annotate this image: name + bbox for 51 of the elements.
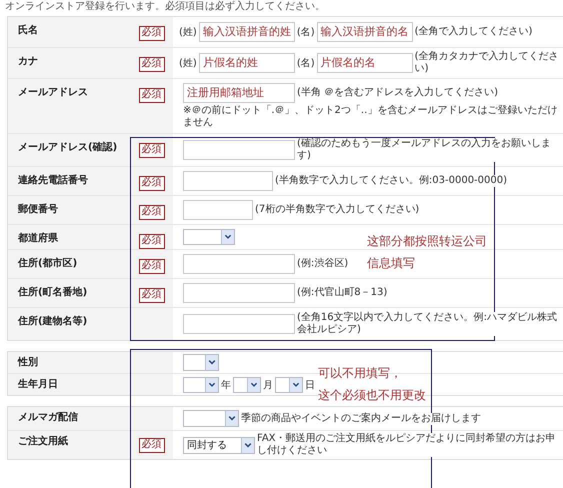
annotation-text: 这个必须也不用更改 [318, 387, 426, 404]
required-badge: 必須 [138, 259, 164, 274]
field-hint: (例:渋谷区) [297, 258, 348, 270]
field-hint: 季節の商品やイベントのご案内メールをお届けします [241, 412, 481, 424]
field-label: 性別 [18, 357, 39, 369]
field-label: 郵便番号 [18, 204, 59, 216]
required-badge: 必須 [138, 26, 164, 41]
text-field[interactable]: 输入汉语拼音的名 [316, 22, 413, 42]
required-badge: 必須 [138, 288, 164, 303]
field-prefix: (名) [296, 26, 315, 39]
field-label: 都道府県 [18, 233, 59, 245]
text-field[interactable]: 输入汉语拼音的姓 [198, 22, 295, 42]
dropdown[interactable]: 同封する [183, 436, 255, 454]
required-badge: 必須 [138, 205, 164, 220]
field-hint: (全角で入力してください) [414, 26, 532, 38]
field-prefix: (姓) [179, 57, 197, 70]
field-hint: (半角数字で入力してください。例:03-0000-0000) [275, 175, 508, 187]
required-badge: 必須 [138, 176, 164, 191]
field-label: 住所(町名番地) [18, 287, 88, 299]
field-label: 住所(建物名等) [18, 316, 88, 328]
annotation-text: 信息填写 [367, 255, 416, 272]
field-label: 生年月日 [18, 379, 59, 391]
intro-text: オンラインストア登録を行います。必須項目は必ず入力してください。 [5, 0, 326, 14]
text-field[interactable]: 片假名的名 [316, 53, 413, 73]
field-label: メルマガ配信 [18, 412, 79, 424]
field-label: 氏名 [18, 25, 39, 37]
date-unit: 年 [221, 378, 231, 392]
required-badge: 必須 [138, 88, 164, 103]
date-unit: 月 [263, 378, 273, 392]
field-label: メールアドレス [18, 87, 89, 99]
required-badge: 必須 [138, 143, 164, 158]
annotation-text: 这部分都按照转运公司 [367, 233, 487, 250]
field-hint: ※＠の前にドット「.＠」、ドット2つ「..」を含むメールアドレスはご登録いただけません [183, 105, 559, 129]
required-badge: 必須 [138, 57, 164, 72]
field-label: 住所(都市区) [18, 258, 78, 270]
required-badge: 必須 [138, 234, 164, 249]
annotation-text: 可以不用填写， [318, 365, 403, 382]
field-label: メールアドレス(確認) [18, 142, 118, 154]
field-prefix: (名) [296, 57, 315, 70]
text-field[interactable]: 注册用邮箱地址 [183, 83, 295, 103]
field-hint: (7桁の半角数字で入力してください) [255, 204, 420, 216]
field-label: 連絡先電話番号 [18, 175, 89, 187]
text-field[interactable]: 片假名的姓 [198, 53, 295, 73]
field-prefix: (姓) [179, 26, 197, 39]
field-label: カナ [18, 56, 39, 68]
field-hint: (半角 ＠を含むアドレスを入力してください) [297, 87, 498, 99]
field-hint: (全角16文字以内で入力してください。例:ハマダビル株式会社ルピシア) [297, 312, 559, 336]
required-badge: 必須 [138, 438, 164, 452]
field-hint: (例:代官山町8－13) [297, 287, 388, 299]
date-unit: 日 [305, 378, 315, 392]
field-label: ご注文用紙 [18, 436, 69, 448]
